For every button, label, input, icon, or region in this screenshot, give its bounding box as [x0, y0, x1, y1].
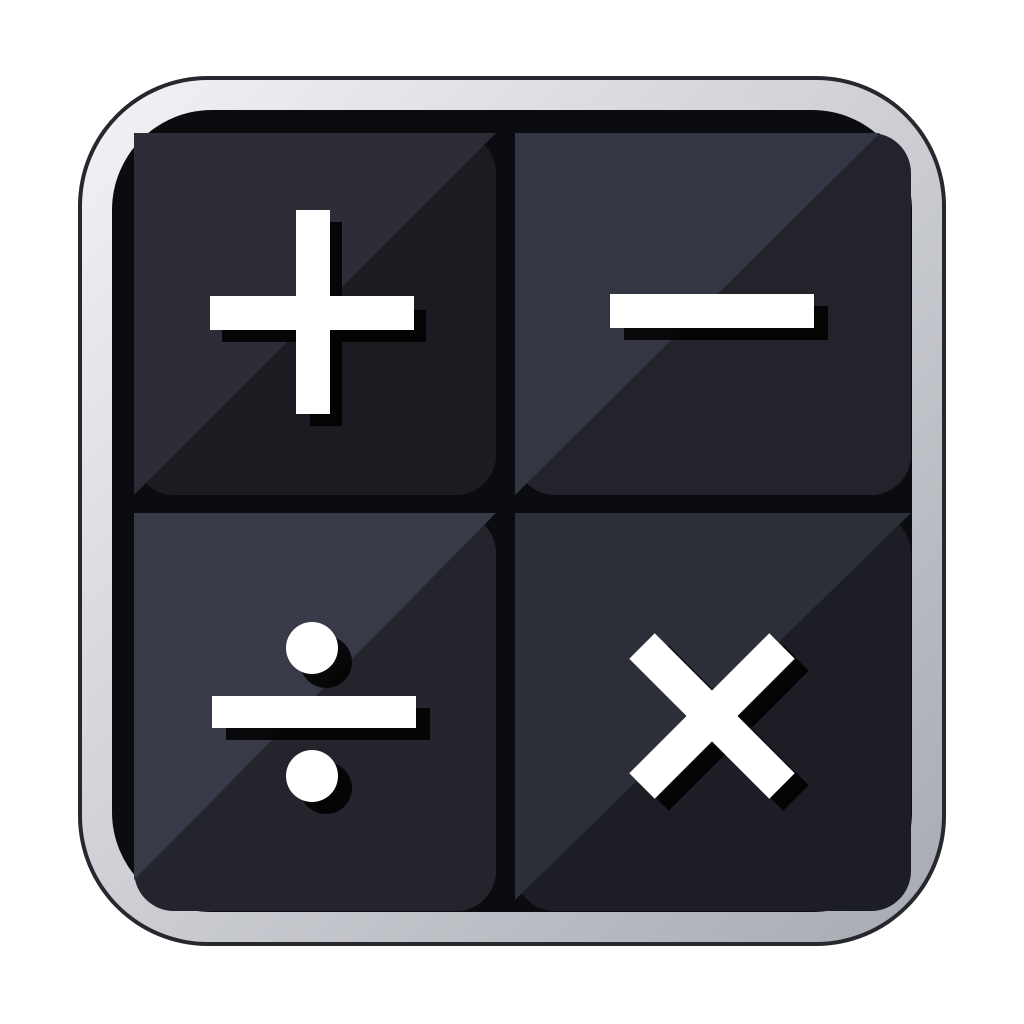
app-icon-stage [0, 0, 1024, 1024]
minus-icon [610, 294, 828, 340]
calculator-app-icon[interactable] [0, 0, 1024, 1024]
